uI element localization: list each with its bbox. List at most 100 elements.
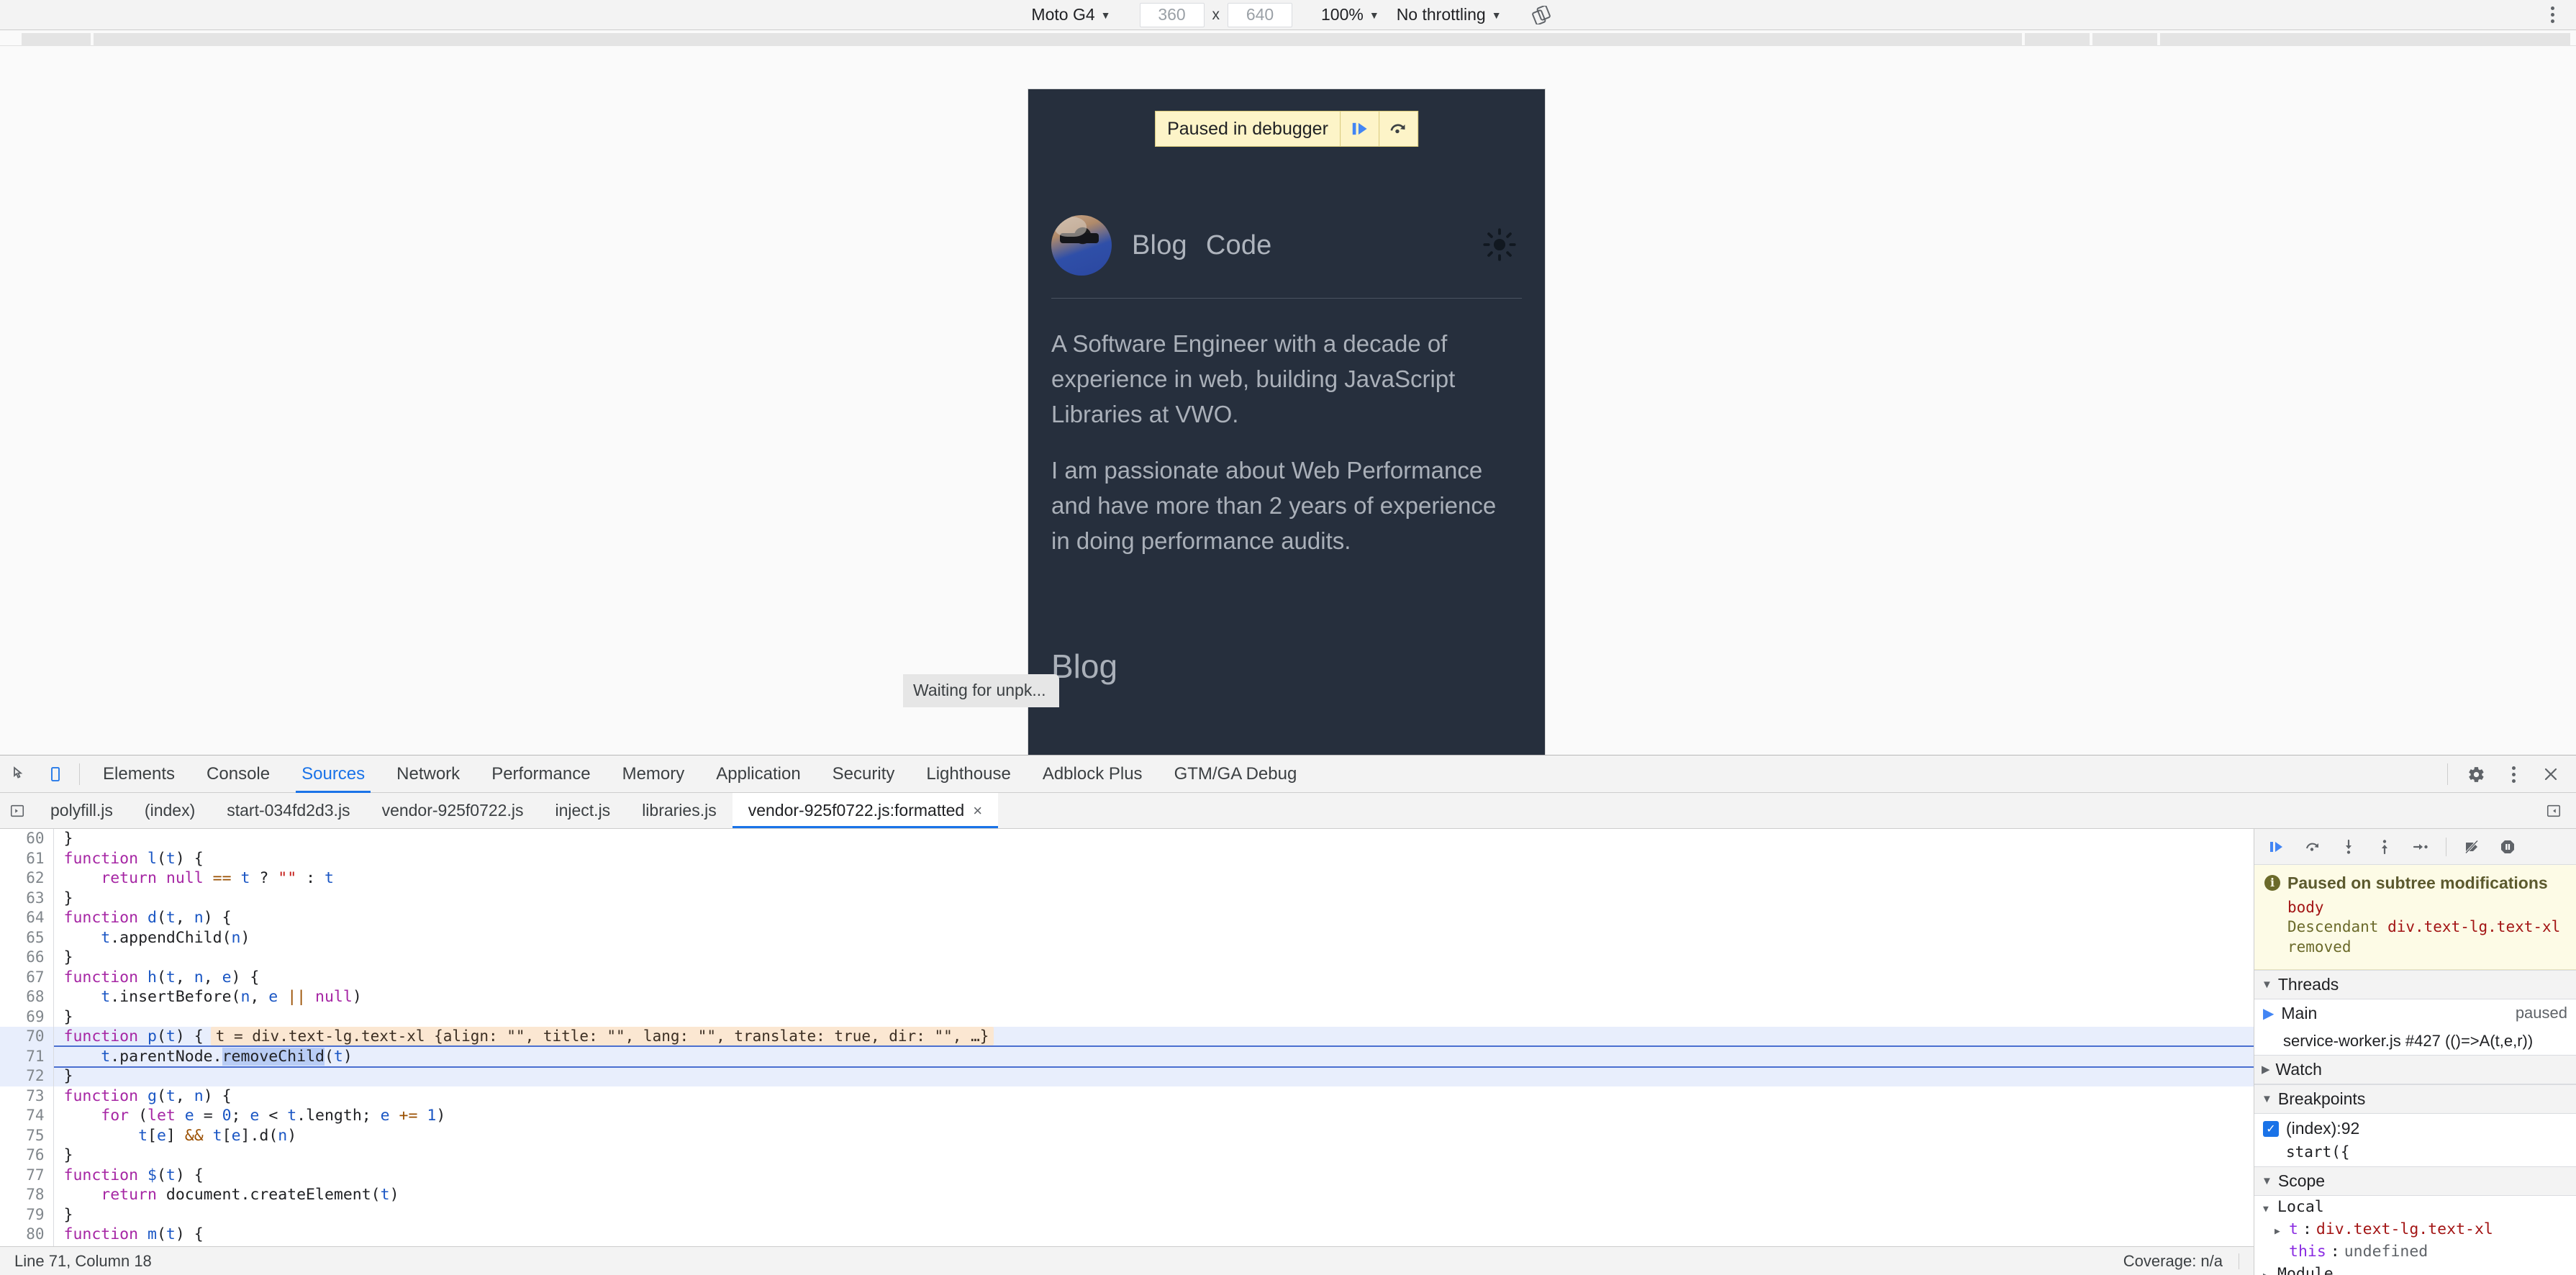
- nav-link-code[interactable]: Code: [1206, 230, 1272, 261]
- code-line[interactable]: 74 for (let e = 0; e < t.length; e += 1): [0, 1106, 2254, 1126]
- code-content[interactable]: t.appendChild(n): [53, 928, 2254, 948]
- file-tab-vendor-925f0722-js[interactable]: vendor-925f0722.js: [366, 793, 540, 828]
- tab-gtm-ga-debug[interactable]: GTM/GA Debug: [1158, 756, 1313, 793]
- show-navigator-icon[interactable]: [0, 793, 35, 828]
- line-number[interactable]: 72: [0, 1066, 53, 1086]
- device-toolbar-more-icon[interactable]: [2540, 3, 2564, 27]
- code-content[interactable]: }: [53, 948, 2254, 968]
- close-icon[interactable]: [2534, 758, 2567, 791]
- code-line[interactable]: 80function m(t) {: [0, 1225, 2254, 1245]
- tab-sources[interactable]: Sources: [286, 756, 381, 793]
- code-line[interactable]: 73function g(t, n) {: [0, 1086, 2254, 1107]
- close-icon[interactable]: ×: [973, 802, 982, 820]
- breakpoints-section-header[interactable]: ▼ Breakpoints: [2254, 1084, 2576, 1114]
- sun-icon[interactable]: [1477, 222, 1522, 267]
- code-content[interactable]: return null == t ? "" : t: [53, 868, 2254, 889]
- code-line[interactable]: 64function d(t, n) {: [0, 908, 2254, 928]
- file-tab-vendor-925f0722-js-formatted[interactable]: vendor-925f0722.js:formatted ×: [733, 793, 998, 828]
- tab-security[interactable]: Security: [817, 756, 911, 793]
- code-line[interactable]: 60}: [0, 829, 2254, 849]
- nav-link-blog[interactable]: Blog: [1132, 230, 1187, 261]
- throttling-select[interactable]: No throttling ▼: [1388, 3, 1510, 27]
- breakpoint-checkbox[interactable]: ✓: [2263, 1121, 2279, 1137]
- code-line[interactable]: 69}: [0, 1007, 2254, 1027]
- line-number[interactable]: 69: [0, 1007, 53, 1027]
- code-line[interactable]: 68 t.insertBefore(n, e || null): [0, 987, 2254, 1007]
- resume-script-icon[interactable]: [2264, 836, 2289, 858]
- file-tab-start-034fd2d3-js[interactable]: start-034fd2d3.js: [211, 793, 366, 828]
- line-number[interactable]: 65: [0, 928, 53, 948]
- toggle-device-toolbar-icon[interactable]: [39, 758, 72, 791]
- scope-group-module[interactable]: ▶ Module: [2254, 1263, 2576, 1275]
- code-line[interactable]: 71 t.parentNode.removeChild(t): [0, 1047, 2254, 1067]
- code-content[interactable]: return document.createElement(t): [53, 1185, 2254, 1205]
- code-content[interactable]: return document.createElementNS("http://…: [53, 1245, 2254, 1247]
- tab-adblock-plus[interactable]: Adblock Plus: [1027, 756, 1158, 793]
- line-number[interactable]: 78: [0, 1185, 53, 1205]
- code-line[interactable]: 81 return document.createElementNS("http…: [0, 1245, 2254, 1247]
- line-number[interactable]: 73: [0, 1086, 53, 1107]
- line-number[interactable]: 79: [0, 1205, 53, 1225]
- scope-section-header[interactable]: ▼ Scope: [2254, 1166, 2576, 1196]
- code-line[interactable]: 62 return null == t ? "" : t: [0, 868, 2254, 889]
- code-line[interactable]: 66}: [0, 948, 2254, 968]
- code-content[interactable]: t.parentNode.removeChild(t): [53, 1047, 2254, 1067]
- code-content[interactable]: }: [53, 1205, 2254, 1225]
- file-tab-polyfill-js[interactable]: polyfill.js: [35, 793, 129, 828]
- line-number[interactable]: 63: [0, 889, 53, 909]
- code-content[interactable]: }: [53, 1007, 2254, 1027]
- inspect-element-icon[interactable]: [3, 758, 36, 791]
- line-number[interactable]: 76: [0, 1145, 53, 1166]
- scope-group-local[interactable]: ▼ Local: [2254, 1196, 2576, 1218]
- code-content[interactable]: function d(t, n) {: [53, 908, 2254, 928]
- code-content[interactable]: function m(t) {: [53, 1225, 2254, 1245]
- scope-var-this[interactable]: this: undefined: [2254, 1240, 2576, 1263]
- code-line[interactable]: 78 return document.createElement(t): [0, 1185, 2254, 1205]
- chevron-right-icon[interactable]: ▶: [2275, 1226, 2285, 1237]
- line-number[interactable]: 81: [0, 1245, 53, 1247]
- overlay-step-over-button[interactable]: [1379, 112, 1418, 146]
- threads-section-header[interactable]: ▼ Threads: [2254, 970, 2576, 999]
- file-tab-inject-js[interactable]: inject.js: [539, 793, 626, 828]
- line-number[interactable]: 66: [0, 948, 53, 968]
- code-content[interactable]: function p(t) {t = div.text-lg.text-xl {…: [53, 1027, 2254, 1047]
- more-tools-icon[interactable]: [2497, 758, 2530, 791]
- code-content[interactable]: function l(t) {: [53, 849, 2254, 869]
- code-line[interactable]: 65 t.appendChild(n): [0, 928, 2254, 948]
- code-content[interactable]: t[e] && t[e].d(n): [53, 1126, 2254, 1146]
- code-content[interactable]: }: [53, 1145, 2254, 1166]
- tab-network[interactable]: Network: [381, 756, 476, 793]
- viewport-height-input[interactable]: 640: [1228, 3, 1292, 27]
- device-select[interactable]: Moto G4 ▼: [1022, 3, 1119, 27]
- code-content[interactable]: function $(t) {: [53, 1166, 2254, 1186]
- tab-lighthouse[interactable]: Lighthouse: [910, 756, 1026, 793]
- scope-var-t[interactable]: ▶ t: div.text-lg.text-xl: [2254, 1218, 2576, 1240]
- pause-on-exceptions-icon[interactable]: [2495, 836, 2520, 858]
- line-number[interactable]: 80: [0, 1225, 53, 1245]
- viewport-width-input[interactable]: 360: [1140, 3, 1205, 27]
- avatar[interactable]: [1051, 215, 1112, 276]
- step-icon[interactable]: [2408, 836, 2433, 858]
- line-number[interactable]: 68: [0, 987, 53, 1007]
- line-number[interactable]: 64: [0, 908, 53, 928]
- zoom-select[interactable]: 100% ▼: [1312, 3, 1388, 27]
- source-editor[interactable]: 60}61function l(t) {62 return null == t …: [0, 829, 2254, 1275]
- code-line[interactable]: 61function l(t) {: [0, 849, 2254, 869]
- step-over-icon[interactable]: [2300, 836, 2325, 858]
- code-line[interactable]: 75 t[e] && t[e].d(n): [0, 1126, 2254, 1146]
- code-line[interactable]: 67function h(t, n, e) {: [0, 968, 2254, 988]
- code-content[interactable]: for (let e = 0; e < t.length; e += 1): [53, 1106, 2254, 1126]
- thread-item-main[interactable]: ▶ Main paused: [2254, 999, 2576, 1027]
- gear-icon[interactable]: [2459, 758, 2493, 791]
- step-out-icon[interactable]: [2372, 836, 2397, 858]
- code-line[interactable]: 72}: [0, 1066, 2254, 1086]
- deactivate-breakpoints-icon[interactable]: [2459, 836, 2484, 858]
- code-line[interactable]: 63}: [0, 889, 2254, 909]
- rotate-device-icon[interactable]: [1529, 3, 1554, 27]
- line-number[interactable]: 62: [0, 868, 53, 889]
- tab-performance[interactable]: Performance: [476, 756, 606, 793]
- watch-section-header[interactable]: ▶ Watch: [2254, 1055, 2576, 1084]
- line-number[interactable]: 70: [0, 1027, 53, 1047]
- tab-memory[interactable]: Memory: [607, 756, 701, 793]
- line-number[interactable]: 60: [0, 829, 53, 849]
